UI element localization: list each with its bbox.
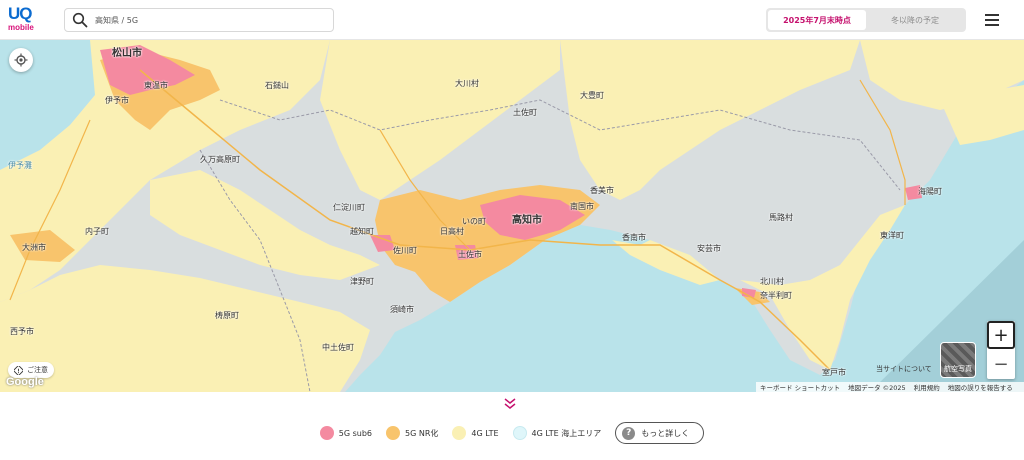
- legend-panel: 5G sub6 5G NR化 4G LTE 4G LTE 海上エリア ? もっと…: [0, 392, 1024, 460]
- place-label: 大豊町: [580, 91, 604, 100]
- place-label: 越知町: [350, 227, 374, 236]
- place-label: 土佐市: [458, 250, 482, 259]
- sea-label: 伊予灘: [8, 161, 32, 170]
- zoom-control: + −: [987, 321, 1015, 379]
- site-note-link[interactable]: 当サイトについて: [876, 364, 932, 374]
- caution-label: ご注意: [27, 366, 48, 374]
- map-data-text: 地図データ ©2025: [848, 384, 906, 392]
- place-label: 大洲市: [22, 243, 46, 252]
- coverage-map[interactable]: 松山市 石鎚山 大川村 大豊町 土佐町 久万高原町 仁淀川町 越知町 佐川町 日…: [0, 40, 1024, 392]
- keyboard-shortcuts-link[interactable]: キーボード ショートカット: [760, 382, 840, 392]
- legend: 5G sub6 5G NR化 4G LTE 4G LTE 海上エリア ? もっと…: [0, 422, 1024, 444]
- place-label: 土佐町: [513, 108, 537, 117]
- toggle-planned[interactable]: 冬以降の予定: [866, 10, 964, 30]
- period-toggle: 2025年7月末時点 冬以降の予定: [766, 8, 966, 32]
- legend-label: 4G LTE 海上エリア: [531, 428, 602, 438]
- legend-item-5g-sub6: 5G sub6: [319, 426, 373, 440]
- aerial-photo-toggle[interactable]: 航空写真: [940, 342, 976, 378]
- place-label: 中土佐町: [322, 343, 354, 352]
- place-label: 室戸市: [822, 368, 846, 377]
- place-label: いの町: [462, 217, 486, 226]
- place-label: 香美市: [590, 186, 614, 195]
- place-label: 南国市: [570, 202, 594, 211]
- search-box[interactable]: [64, 8, 334, 32]
- place-label: 伊予市: [105, 96, 129, 105]
- place-label: 奈半利町: [760, 291, 792, 300]
- legend-swatch: [386, 426, 401, 440]
- app-root: UQ mobile 2025年7月末時点 冬以降の予定: [0, 0, 1024, 460]
- more-details-button[interactable]: ? もっと詳しく: [615, 422, 705, 444]
- toggle-current[interactable]: 2025年7月末時点: [768, 10, 866, 30]
- place-label: 久万高原町: [200, 155, 240, 164]
- place-label: 石鎚山: [265, 81, 289, 90]
- map-attribution: キーボード ショートカット 地図データ ©2025 利用規約 地図の誤りを報告す…: [756, 382, 1024, 392]
- legend-item-4g-lte-sea: 4G LTE 海上エリア: [512, 426, 602, 440]
- legend-label: 5G sub6: [338, 428, 373, 438]
- place-label: 馬路村: [769, 213, 793, 222]
- legend-item-5g-nr: 5G NR化: [386, 426, 438, 440]
- legend-swatch: [512, 426, 527, 440]
- place-label: 西予市: [10, 327, 34, 336]
- legend-label: 5G NR化: [405, 428, 439, 438]
- report-error-link[interactable]: 地図の誤りを報告する: [948, 382, 1013, 392]
- legend-item-4g-lte: 4G LTE: [452, 426, 499, 440]
- place-label: 梼原町: [215, 311, 239, 320]
- place-label: 佐川町: [393, 246, 417, 255]
- my-location-button[interactable]: [9, 48, 33, 72]
- legend-swatch: [319, 426, 334, 440]
- place-label: 内子町: [85, 227, 109, 236]
- header: UQ mobile 2025年7月末時点 冬以降の予定: [0, 0, 1024, 40]
- place-label: 津野町: [350, 277, 374, 286]
- search-input[interactable]: [95, 15, 315, 25]
- logo-uq-text: UQ: [8, 4, 32, 23]
- google-logo: Google: [6, 376, 44, 388]
- place-label: 仁淀川町: [333, 203, 365, 212]
- chevron-down-icon[interactable]: [502, 396, 518, 410]
- place-label: 東洋町: [880, 231, 904, 240]
- hamburger-menu-icon[interactable]: [982, 11, 1002, 29]
- info-icon: [14, 365, 23, 375]
- legend-swatch: [452, 426, 467, 440]
- place-label: 香南市: [622, 233, 646, 242]
- place-label: 東温市: [144, 81, 168, 90]
- more-details-label: もっと詳しく: [641, 428, 690, 438]
- legend-label: 4G LTE: [471, 428, 499, 438]
- question-icon: ?: [622, 426, 636, 440]
- logo-mobile-text: mobile: [8, 23, 34, 32]
- place-label: 日高村: [440, 227, 464, 236]
- place-label: 北川村: [760, 277, 784, 286]
- place-label: 安芸市: [697, 244, 721, 253]
- place-label: 須崎市: [390, 305, 414, 314]
- zoom-out-button[interactable]: −: [987, 349, 1015, 379]
- search-icon: [65, 9, 95, 31]
- place-label: 大川村: [455, 79, 479, 88]
- place-label: 海陽町: [918, 187, 942, 196]
- place-label: 高知市: [512, 215, 542, 226]
- aerial-label: 航空写真: [944, 365, 972, 373]
- place-label: 松山市: [112, 48, 142, 59]
- zoom-in-button[interactable]: +: [987, 321, 1015, 349]
- locate-icon: [14, 53, 28, 67]
- uq-mobile-logo[interactable]: UQ mobile: [8, 4, 40, 34]
- terms-link[interactable]: 利用規約: [914, 382, 940, 392]
